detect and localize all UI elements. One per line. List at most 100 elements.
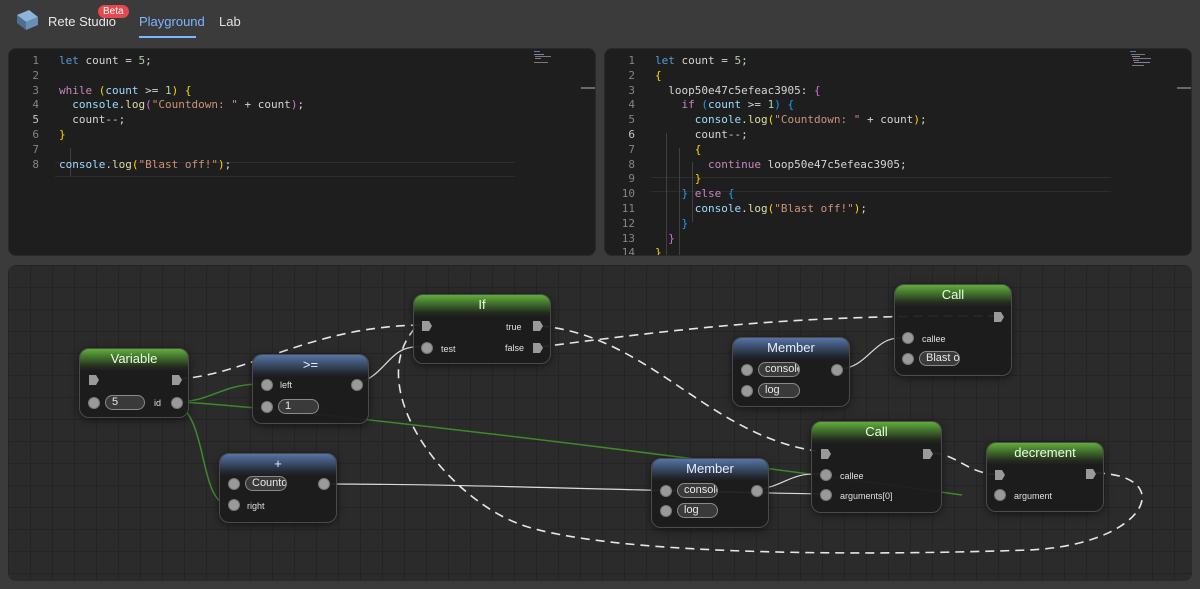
code-text: } else { (681, 187, 735, 201)
line-number: 1 (628, 54, 635, 67)
code-text: } (681, 216, 689, 230)
line-number: 2 (32, 68, 39, 82)
code-line[interactable]: 10 } else { (605, 186, 1191, 201)
node-member-top[interactable]: Member console log (732, 337, 850, 407)
code-line[interactable]: 3 while (count >= 1) { (9, 83, 595, 98)
code-line[interactable]: 4 if (count >= 1) { (605, 97, 1191, 112)
node-member-bottom[interactable]: Member console log (651, 458, 769, 528)
code-text: } (668, 231, 675, 245)
value-input[interactable]: 5 (105, 395, 145, 410)
node-if[interactable]: If true test false (413, 294, 551, 364)
input-socket[interactable] (820, 469, 832, 481)
code-line[interactable]: 1 let count = 5; (605, 53, 1191, 68)
code-line[interactable]: 8 console.log("Blast off!"); (9, 157, 595, 172)
port-label: true (506, 322, 522, 332)
line-number: 9 (628, 172, 635, 186)
code-text: if (count >= 1) { (681, 98, 795, 112)
output-socket[interactable] (751, 485, 763, 497)
node-title: Member (652, 459, 768, 481)
node-plus[interactable]: + Countdown: right (219, 453, 337, 523)
nav-lab[interactable]: Lab (219, 14, 241, 29)
left-value-input[interactable]: Countdown: (245, 476, 287, 491)
code-line[interactable]: 3 loop50e47c5efeac3905: { (605, 83, 1191, 98)
flow-output-true-icon[interactable] (532, 320, 544, 332)
flow-output-icon[interactable] (993, 311, 1005, 323)
input-socket[interactable] (741, 385, 753, 397)
code-text: } (655, 246, 662, 256)
code-text: count--; (59, 113, 126, 127)
code-line[interactable]: 13 } (605, 231, 1191, 246)
code-line[interactable]: 5 console.log("Countdown: " + count); (605, 112, 1191, 127)
flow-output-icon[interactable] (171, 374, 183, 386)
code-line[interactable]: 12 } (605, 216, 1191, 231)
right-value-input[interactable]: 1 (278, 399, 319, 414)
input-socket[interactable] (421, 342, 433, 354)
input-socket[interactable] (660, 485, 672, 497)
flow-input-icon[interactable] (421, 320, 433, 332)
beta-badge: Beta (98, 5, 129, 18)
code-line[interactable]: 4 console.log("Countdown: " + count); (9, 97, 595, 112)
source-code-editor[interactable]: 1 let count = 5; 2 3 while (count >= 1) {4 c… (8, 48, 596, 256)
code-line[interactable]: 2{ (605, 68, 1191, 83)
node-decrement[interactable]: decrement argument (986, 442, 1104, 512)
input-socket[interactable] (741, 364, 753, 376)
input-socket[interactable] (261, 401, 273, 413)
code-line[interactable]: 11 console.log("Blast off!"); (605, 201, 1191, 216)
flow-output-false-icon[interactable] (532, 342, 544, 354)
node-title: decrement (987, 443, 1103, 465)
code-line[interactable]: 1 let count = 5; (9, 53, 595, 68)
code-line[interactable]: 8 continue loop50e47c5efeac3905; (605, 157, 1191, 172)
code-line[interactable]: 7 { (605, 142, 1191, 157)
line-number: 10 (621, 187, 635, 201)
code-line[interactable]: 2 (9, 68, 595, 83)
line-number: 4 (628, 98, 635, 112)
code-text: console.log("Blast off!"); (694, 202, 867, 215)
input-socket[interactable] (228, 478, 240, 490)
line-number: 2 (628, 68, 635, 82)
port-label: left (280, 380, 293, 390)
node-graph-canvas[interactable]: Variable 5 id >= left 1 + Countdown: rig… (8, 265, 1192, 581)
code-text: } (59, 128, 66, 141)
code-line[interactable]: 9 } (605, 171, 1191, 186)
node-title: >= (253, 355, 368, 377)
port-label: false (505, 343, 525, 353)
nav-active-indicator (139, 36, 196, 38)
output-socket[interactable] (318, 478, 330, 490)
nav-playground[interactable]: Playground (139, 14, 205, 29)
input-socket[interactable] (902, 353, 914, 365)
code-line[interactable]: 6} (9, 127, 595, 142)
code-line[interactable]: 7 (9, 142, 595, 157)
object-input[interactable]: console (677, 483, 718, 498)
code-line[interactable]: 5 count--; (9, 112, 595, 127)
output-socket[interactable] (831, 364, 843, 376)
argument-input[interactable]: Blast off! (919, 351, 960, 366)
flow-input-icon[interactable] (88, 374, 100, 386)
flow-output-icon[interactable] (922, 448, 934, 460)
input-socket[interactable] (88, 397, 100, 409)
node-call-top[interactable]: Call callee Blast off! (894, 284, 1012, 376)
property-input[interactable]: log (758, 383, 800, 398)
input-socket[interactable] (902, 332, 914, 344)
node-variable[interactable]: Variable 5 id (79, 348, 189, 418)
input-socket[interactable] (228, 499, 240, 511)
code-text: console.log("Countdown: " + count); (72, 98, 305, 112)
code-line[interactable]: 6 count--; (605, 127, 1191, 142)
flow-output-icon[interactable] (1085, 468, 1097, 480)
node-title: Member (733, 338, 849, 360)
input-socket[interactable] (820, 489, 832, 501)
object-input[interactable]: console (758, 362, 800, 377)
transformed-code-editor[interactable]: 1 let count = 5; 2{3 loop50e47c5efeac3905:… (604, 48, 1192, 256)
property-input[interactable]: log (677, 503, 718, 518)
node-greater-equal[interactable]: >= left 1 (252, 354, 369, 424)
flow-input-icon[interactable] (994, 469, 1006, 481)
node-call-bottom[interactable]: Call callee arguments[0] (811, 421, 942, 513)
flow-input-icon[interactable] (820, 448, 832, 460)
port-label: id (154, 398, 162, 408)
input-socket[interactable] (660, 505, 672, 517)
node-title: Variable (80, 349, 188, 371)
output-socket[interactable] (351, 379, 363, 391)
input-socket[interactable] (261, 379, 273, 391)
input-socket[interactable] (994, 489, 1006, 501)
output-socket[interactable] (171, 397, 183, 409)
code-line[interactable]: 14} (605, 245, 1191, 256)
